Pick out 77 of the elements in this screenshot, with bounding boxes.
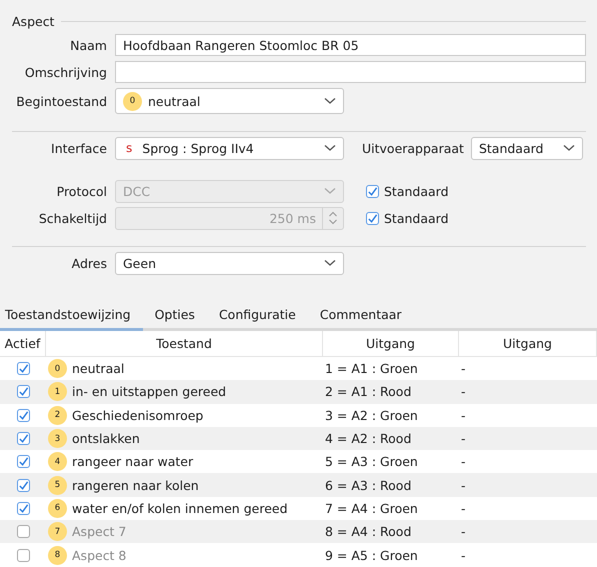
column-header: Uitgang [459, 331, 597, 356]
state-badge: 0 [48, 359, 67, 378]
chevron-icon [562, 144, 575, 152]
table-cell: 1 = A1 : Groen [325, 361, 418, 376]
table-cell: 3 = A2 : Groen [325, 408, 418, 423]
column-header: Actief [0, 331, 46, 356]
checkbox[interactable] [16, 548, 30, 562]
table-cell: 5 = A3 : Groen [325, 454, 418, 470]
state-badge: 8 [48, 546, 67, 565]
checkbox[interactable] [16, 502, 30, 515]
chevron-icon [324, 259, 336, 267]
checkbox[interactable] [16, 362, 30, 376]
table-cell: - [461, 408, 466, 423]
checkbox[interactable] [16, 455, 30, 468]
field-label: Interface [50, 140, 107, 156]
table-cell: - [461, 454, 466, 470]
table-cell: in- en uitstappen gereed [72, 384, 226, 400]
tab[interactable]: Opties [142, 303, 207, 331]
table-cell: 2 = A1 : Rood [325, 384, 412, 400]
interface-icon: s [126, 141, 132, 155]
chevron-icon [324, 97, 336, 105]
table-cell: Aspect 7 [72, 524, 126, 540]
table-cell: rangeer naar water [72, 454, 194, 470]
state-badge: 2 [48, 406, 67, 425]
checkbox-label: Standaard [384, 184, 449, 198]
stepper-icon [328, 210, 338, 226]
table-cell: - [461, 361, 466, 376]
checkbox[interactable] [16, 478, 30, 492]
table-cell: - [461, 478, 466, 493]
state-badge: 0 [123, 92, 142, 110]
state-badge: 1 [48, 382, 67, 402]
checkbox[interactable] [16, 432, 30, 446]
table-cell: 7 = A4 : Groen [325, 500, 418, 516]
chevron-icon [324, 187, 336, 195]
table-cell: rangeren naar kolen [72, 478, 199, 493]
tab[interactable]: Configuratie [206, 303, 308, 331]
output-device-dropdown[interactable]: Standaard [470, 136, 583, 160]
field-label: Protocol [56, 184, 107, 198]
address-dropdown[interactable]: Geen [115, 252, 344, 274]
table-cell: water en/of kolen innemen gereed [72, 500, 288, 516]
column-header: Toestand [46, 331, 323, 356]
table-cell: 9 = A5 : Groen [325, 548, 418, 563]
table-cell: 4 = A2 : Rood [325, 431, 412, 446]
state-badge: 5 [48, 476, 67, 495]
field-label: Adres [70, 256, 107, 270]
initial-state-dropdown[interactable]: 0 neutraal [115, 88, 344, 114]
table-cell: 8 = A4 : Rood [325, 524, 412, 540]
checkbox[interactable] [16, 408, 30, 422]
table-cell: - [461, 500, 466, 516]
column-header: Uitgang [323, 331, 459, 356]
field-label: Naam [69, 38, 107, 52]
chevron-icon [324, 144, 336, 152]
table-cell: Aspect 8 [72, 548, 126, 563]
interface-dropdown[interactable]: s Sprog : Sprog IIv4 [115, 136, 344, 160]
table-cell: - [461, 384, 466, 400]
field-label: Schakeltijd [38, 210, 107, 226]
field-label: Begintoestand [15, 94, 107, 108]
state-badge: 7 [48, 522, 67, 542]
state-badge: 4 [48, 452, 67, 472]
state-badge: 6 [48, 498, 67, 518]
table-cell: ontslakken [72, 431, 140, 446]
table-cell: - [461, 431, 466, 446]
tab[interactable]: Commentaar [308, 303, 414, 331]
checkbox[interactable] [16, 525, 30, 538]
table-cell: - [461, 524, 466, 540]
checkbox[interactable] [16, 385, 30, 398]
field-label: Uitvoerapparaat [362, 140, 464, 156]
table-cell: - [461, 548, 466, 563]
state-badge: 3 [48, 429, 67, 448]
table-cell: Geschiedenisomroep [72, 408, 204, 423]
table-cell: neutraal [72, 361, 124, 376]
description-field[interactable] [115, 61, 586, 83]
name-field[interactable]: Hoofdbaan Rangeren Stoomloc BR 05 [115, 34, 586, 56]
table-cell: 6 = A3 : Rood [325, 478, 412, 493]
section-title: Aspect [12, 14, 54, 28]
checkbox-label: Standaard [384, 210, 449, 226]
field-label: Omschrijving [24, 64, 107, 80]
